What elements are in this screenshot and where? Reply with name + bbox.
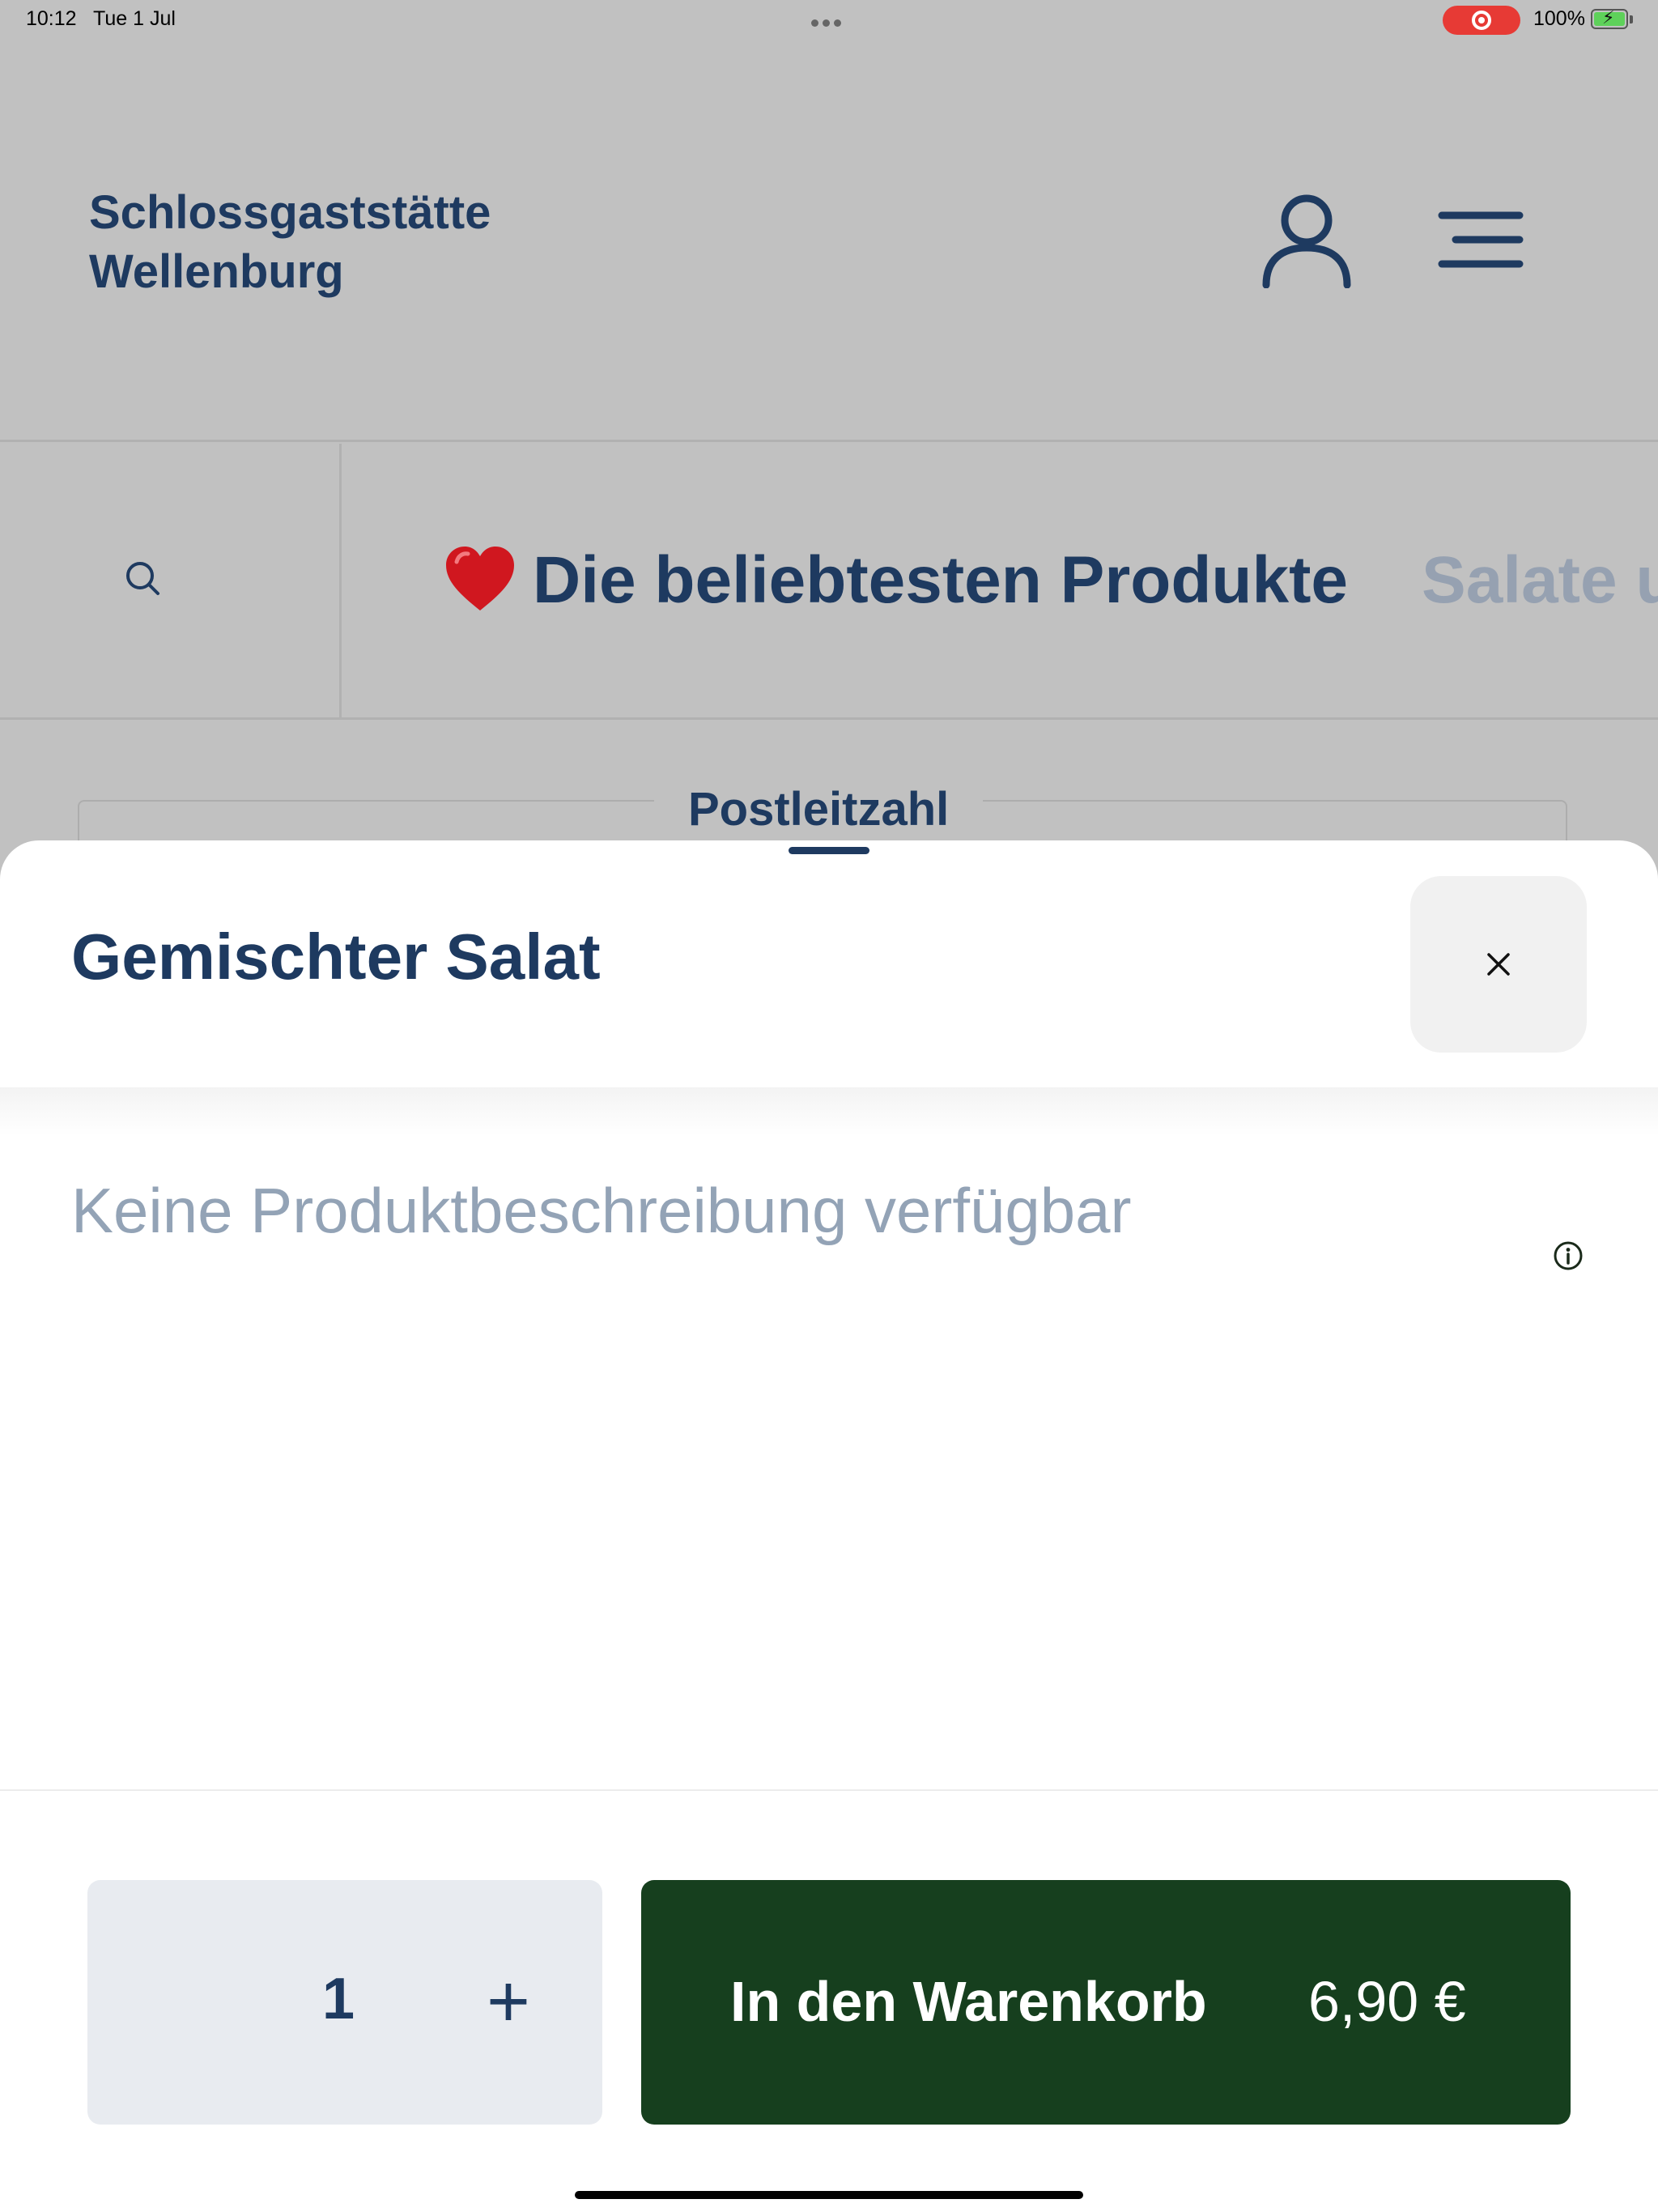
user-icon[interactable] <box>1260 191 1354 288</box>
battery-tip <box>1630 15 1633 23</box>
heart-icon <box>446 547 514 610</box>
menu-icon[interactable] <box>1438 209 1524 270</box>
search-button[interactable] <box>0 444 342 717</box>
battery-percent: 100% <box>1533 7 1585 30</box>
search-icon[interactable] <box>125 560 160 596</box>
info-icon[interactable] <box>1553 1240 1584 1271</box>
app-screen: 10:12 Tue 1 Jul 100% ⚡ Schlossgaststätte… <box>0 0 1658 2212</box>
sheet-header-shadow <box>0 1087 1658 1136</box>
status-bar: 10:12 Tue 1 Jul 100% ⚡ <box>0 0 1658 40</box>
multitasking-dots-icon[interactable] <box>811 16 847 27</box>
footer-divider <box>0 1789 1658 1791</box>
screen-recording-icon[interactable] <box>1443 6 1520 35</box>
brand-line-1: Schlossgaststätte <box>89 186 491 239</box>
brand-line-2: Wellenburg <box>89 245 344 298</box>
quantity-value: 1 <box>322 1967 355 2031</box>
sheet-grabber[interactable] <box>789 847 869 854</box>
status-date: Tue 1 Jul <box>93 7 176 30</box>
brand-name[interactable]: Schlossgaststätte Wellenburg <box>89 183 575 301</box>
status-time: 10:12 <box>26 7 77 30</box>
close-icon[interactable] <box>1486 952 1511 976</box>
close-button[interactable] <box>1410 876 1587 1053</box>
home-indicator[interactable] <box>575 2191 1083 2199</box>
header-divider <box>0 440 1658 442</box>
quantity-increment-button[interactable]: + <box>484 1961 533 2042</box>
product-title: Gemischter Salat <box>71 921 601 993</box>
postcode-label: Postleitzahl <box>654 782 984 836</box>
add-to-cart-label[interactable]: In den Warenkorb <box>730 1969 1207 2034</box>
category-divider <box>0 717 1658 720</box>
battery-icon: ⚡ <box>1591 7 1628 29</box>
category-tab-popular[interactable]: Die beliebtesten Produkte <box>533 542 1348 619</box>
product-description: Keine Produktbeschreibung verfügbar <box>71 1175 1132 1246</box>
product-price[interactable]: 6,90 € <box>1308 1969 1466 2034</box>
category-tab-salads[interactable]: Salate u <box>1422 542 1658 619</box>
